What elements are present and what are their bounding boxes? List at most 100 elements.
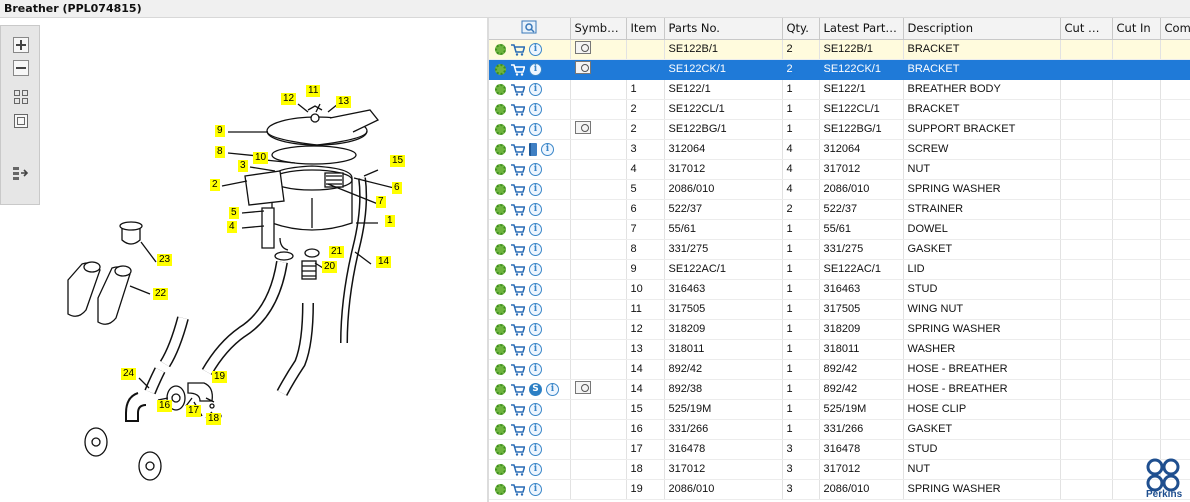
options-gear-icon[interactable] [495, 203, 506, 215]
exploded-diagram-panel[interactable]: 1 2 3 4 5 6 7 8 9 10 11 12 13 14 15 16 17 18 19 20 21 22 23 24 [0, 18, 487, 502]
callout-label[interactable]: 22 [153, 288, 169, 300]
info-icon[interactable]: i [529, 222, 542, 236]
symbol-icon[interactable] [574, 381, 591, 394]
info-icon[interactable]: i [529, 362, 542, 376]
table-row[interactable]: i 2 SE122BG/1 1 SE122BG/1 SUPPORT BRACKET [489, 119, 1190, 140]
table-row[interactable]: i 4 317012 4 317012 NUT [489, 159, 1190, 180]
callout-label[interactable]: 1 [385, 215, 395, 227]
callout-label[interactable]: 18 [206, 413, 222, 425]
add-to-cart-icon[interactable] [510, 143, 525, 156]
add-to-cart-icon[interactable] [510, 103, 525, 116]
options-gear-icon[interactable] [495, 423, 506, 435]
column-header-item[interactable]: Item [626, 18, 665, 40]
supersession-icon[interactable]: S [529, 382, 542, 396]
options-gear-icon[interactable] [495, 363, 506, 375]
add-to-cart-icon[interactable] [510, 303, 525, 316]
options-gear-icon[interactable] [495, 83, 506, 95]
callout-label[interactable]: 16 [157, 400, 173, 412]
callout-label[interactable]: 8 [215, 146, 225, 158]
add-to-cart-icon[interactable] [510, 363, 525, 376]
callout-label[interactable]: 6 [392, 182, 402, 194]
column-header-cut-in[interactable]: Cut In [1112, 18, 1161, 40]
callout-label[interactable]: 20 [322, 261, 338, 273]
info-icon[interactable]: i [529, 402, 542, 416]
callout-label[interactable]: 4 [227, 221, 237, 233]
callout-label[interactable]: 17 [186, 405, 202, 417]
callout-label[interactable]: 21 [329, 246, 345, 258]
add-to-cart-icon[interactable] [510, 423, 525, 436]
column-header-cut-out[interactable]: Cut Out [1060, 18, 1113, 40]
options-gear-icon[interactable] [495, 243, 506, 255]
table-row[interactable]: i SE122CK/1 2 SE122CK/1 BRACKET [489, 59, 1190, 80]
symbol-icon[interactable] [574, 41, 591, 54]
info-icon[interactable]: i [529, 422, 542, 436]
callout-label[interactable]: 2 [210, 179, 220, 191]
table-row[interactable]: i 7 55/61 1 55/61 DOWEL [489, 219, 1190, 240]
callout-label[interactable]: 19 [212, 371, 228, 383]
add-to-cart-icon[interactable] [510, 183, 525, 196]
add-to-cart-icon[interactable] [510, 283, 525, 296]
symbol-icon[interactable] [574, 61, 591, 74]
add-to-cart-icon[interactable] [510, 223, 525, 236]
callout-label[interactable]: 11 [306, 85, 321, 97]
callout-label[interactable]: 12 [281, 93, 297, 105]
info-icon[interactable]: i [529, 302, 542, 316]
add-to-cart-icon[interactable] [510, 403, 525, 416]
options-gear-icon[interactable] [495, 63, 506, 75]
info-icon[interactable]: i [529, 442, 542, 456]
column-header-latest-part-no[interactable]: Latest Part No. [819, 18, 904, 40]
table-row[interactable]: i SE122B/1 2 SE122B/1 BRACKET [489, 39, 1190, 60]
add-to-cart-icon[interactable] [510, 243, 525, 256]
info-icon[interactable]: i [529, 42, 542, 56]
callout-label[interactable]: 5 [229, 207, 239, 219]
info-icon[interactable]: i [529, 462, 542, 476]
column-header-comment[interactable]: Comment [1160, 18, 1190, 40]
add-to-cart-icon[interactable] [510, 43, 525, 56]
options-gear-icon[interactable] [495, 223, 506, 235]
info-icon[interactable]: i [529, 262, 542, 276]
info-icon[interactable]: i [529, 162, 542, 176]
column-header-parts-no[interactable]: Parts No. [664, 18, 783, 40]
info-icon[interactable]: i [529, 182, 542, 196]
options-gear-icon[interactable] [495, 303, 506, 315]
table-row[interactable]: i 9 SE122AC/1 1 SE122AC/1 LID [489, 259, 1190, 280]
add-to-cart-icon[interactable] [510, 383, 525, 396]
options-gear-icon[interactable] [495, 283, 506, 295]
info-icon[interactable]: i [529, 202, 542, 216]
add-to-cart-icon[interactable] [510, 63, 525, 76]
callout-label[interactable]: 24 [121, 368, 137, 380]
add-to-cart-icon[interactable] [510, 323, 525, 336]
info-icon[interactable]: i [529, 482, 542, 496]
options-gear-icon[interactable] [495, 463, 506, 475]
add-to-cart-icon[interactable] [510, 203, 525, 216]
table-row[interactable]: i 14 892/42 1 892/42 HOSE - BREATHER [489, 359, 1190, 380]
table-row[interactable]: i 16 331/266 1 331/266 GASKET [489, 419, 1190, 440]
info-icon[interactable]: i [529, 242, 542, 256]
options-gear-icon[interactable] [495, 123, 506, 135]
info-icon[interactable]: i [529, 62, 542, 76]
table-row[interactable]: i 18 317012 3 317012 NUT [489, 459, 1190, 480]
callout-label[interactable]: 7 [376, 196, 386, 208]
info-icon[interactable]: i [529, 342, 542, 356]
callout-label[interactable]: 9 [215, 125, 225, 137]
options-gear-icon[interactable] [495, 163, 506, 175]
callout-label[interactable]: 14 [376, 256, 392, 268]
callout-label[interactable]: 10 [253, 152, 269, 164]
info-icon[interactable]: i [546, 382, 559, 396]
add-to-cart-icon[interactable] [510, 123, 525, 136]
options-gear-icon[interactable] [495, 343, 506, 355]
callout-label[interactable]: 15 [390, 155, 406, 167]
table-row[interactable]: i 10 316463 1 316463 STUD [489, 279, 1190, 300]
info-icon[interactable]: i [529, 82, 542, 96]
options-gear-icon[interactable] [495, 103, 506, 115]
table-row[interactable]: i 6 522/37 2 522/37 STRAINER [489, 199, 1190, 220]
add-to-cart-icon[interactable] [510, 443, 525, 456]
column-header-qty[interactable]: Qty. [782, 18, 820, 40]
options-gear-icon[interactable] [495, 403, 506, 415]
info-icon[interactable]: i [529, 122, 542, 136]
info-icon[interactable]: i [529, 102, 542, 116]
options-gear-icon[interactable] [495, 43, 506, 55]
callout-label[interactable]: 13 [336, 96, 352, 108]
table-row[interactable]: i 13 318011 1 318011 WASHER [489, 339, 1190, 360]
info-icon[interactable]: i [529, 322, 542, 336]
